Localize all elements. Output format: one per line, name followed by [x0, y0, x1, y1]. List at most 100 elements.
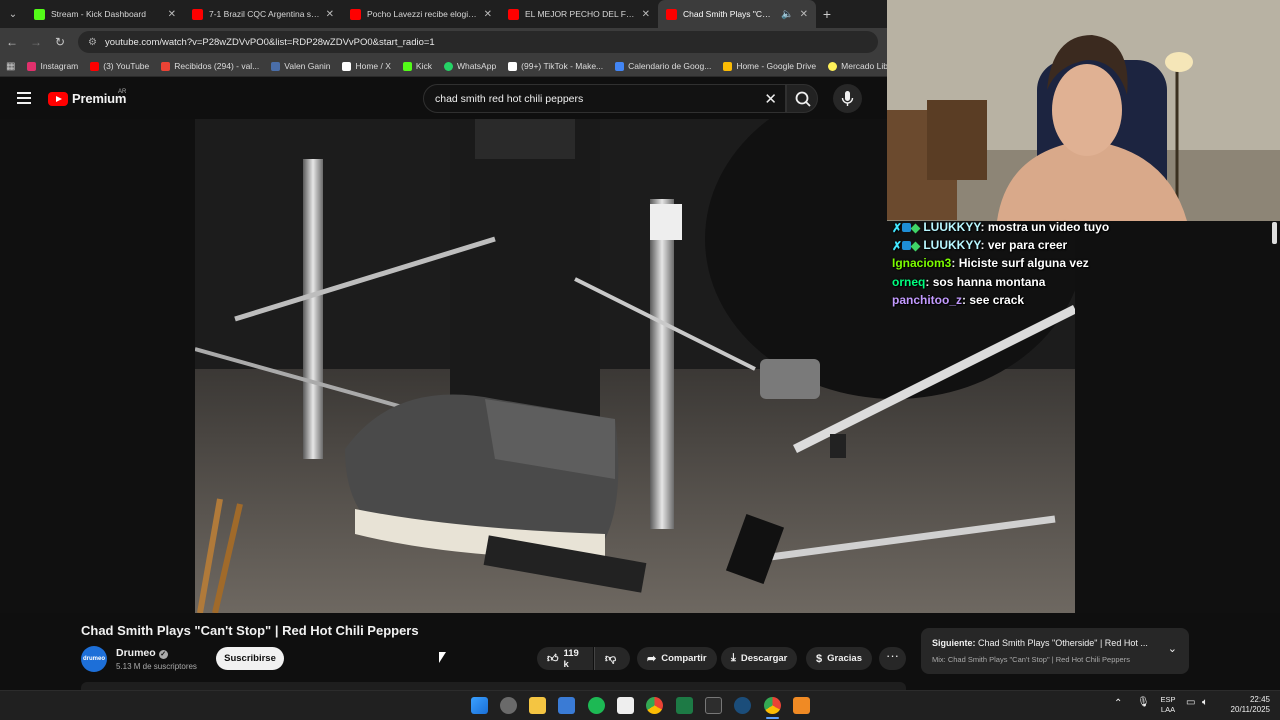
page-scrollbar[interactable]: [1272, 222, 1277, 244]
share-icon: ➦: [647, 653, 657, 665]
tab-title: 7-1 Brazil CQC Argentina se bur: [209, 9, 320, 19]
chat-text: Hiciste surf alguna vez: [958, 256, 1089, 271]
network-icon[interactable]: ▭: [1186, 698, 1195, 708]
chat-username[interactable]: orneq: [892, 275, 925, 289]
youtube-favicon-icon: [666, 8, 677, 20]
close-tab-icon[interactable]: ✕: [326, 9, 334, 20]
forward-arrow-icon[interactable]: →: [24, 35, 48, 49]
audio-playing-icon[interactable]: 🔈: [781, 9, 793, 20]
tab-4-active[interactable]: Chad Smith Plays "Can't Sto 🔈 ✕: [658, 0, 816, 28]
back-arrow-icon[interactable]: ←: [0, 35, 24, 49]
sword-badge-icon: ✗: [892, 239, 903, 254]
system-clock[interactable]: 22:45 20/11/2025: [1222, 695, 1270, 715]
bookmark-label: Recibidos (294) - val...: [174, 61, 260, 71]
youtube-favicon-icon: [192, 8, 203, 20]
bookmark-gmail[interactable]: Recibidos (294) - val...: [161, 61, 259, 71]
copilot-icon[interactable]: [500, 697, 517, 714]
bookmark-kick[interactable]: Kick: [402, 61, 432, 71]
more-actions-button[interactable]: ···: [879, 647, 906, 670]
volume-icon[interactable]: 🔈︎: [1202, 698, 1208, 708]
drive-icon: [723, 61, 733, 71]
download-button[interactable]: ⤓ Descargar: [721, 647, 798, 670]
tab-1[interactable]: 7-1 Brazil CQC Argentina se bur ✕: [184, 0, 342, 28]
tab-3[interactable]: EL MEJOR PECHO DEL FITNESS ✕: [500, 0, 658, 28]
video-info-section: Chad Smith Plays "Can't Stop" | Red Hot …: [0, 613, 1280, 690]
chrome-icon[interactable]: [646, 697, 663, 714]
bookmark-mercadolibre[interactable]: Mercado Libre Arge: [828, 61, 887, 71]
tab-2[interactable]: Pocho Lavezzi recibe elogios de ✕: [342, 0, 500, 28]
bookmark-youtube[interactable]: (3) YouTube: [90, 61, 149, 71]
close-tab-icon[interactable]: ✕: [800, 9, 808, 20]
bookmark-label: Kick: [415, 61, 432, 71]
bookmark-valen-ganin[interactable]: Valen Ganin: [271, 61, 330, 71]
chat-text: sos hanna montana: [932, 274, 1046, 289]
close-tab-icon[interactable]: ✕: [168, 9, 176, 20]
diamond-badge-icon: [910, 223, 921, 234]
like-button[interactable]: 👍︎ 119 k: [537, 647, 593, 670]
voice-search-button[interactable]: [833, 84, 862, 113]
site-info-icon[interactable]: ⚙: [88, 37, 97, 48]
bookmark-label: Home / X: [355, 61, 391, 71]
epic-games-icon[interactable]: [705, 697, 722, 714]
clear-search-icon[interactable]: ✕: [764, 90, 777, 108]
spotify-icon[interactable]: [588, 697, 605, 714]
chat-text: see crack: [969, 292, 1025, 307]
search-button[interactable]: [786, 84, 818, 113]
app-icon[interactable]: [793, 697, 810, 714]
chat-username[interactable]: LUUKKYY: [923, 220, 980, 234]
channel-avatar[interactable]: drumeo: [81, 646, 107, 672]
bookmark-instagram[interactable]: Instagram: [27, 61, 78, 71]
search-input[interactable]: chad smith red hot chili peppers ✕: [423, 84, 786, 113]
youtube-favicon-icon: [350, 8, 361, 20]
language-indicator[interactable]: ESP LAA: [1158, 695, 1178, 715]
steam-icon[interactable]: [734, 697, 751, 714]
dislike-button[interactable]: 👎︎: [594, 647, 630, 670]
browser-toolbar: ← → ↻ ⚙ youtube.com/watch?v=P28wZDVvPO0&l…: [0, 28, 887, 56]
youtube-logo[interactable]: Premium: [48, 91, 126, 106]
verified-icon: ✓: [158, 650, 168, 659]
excel-icon[interactable]: [676, 697, 693, 714]
thanks-button[interactable]: $ Gracias: [806, 647, 872, 670]
tab-title: Chad Smith Plays "Can't Sto: [683, 9, 776, 19]
new-tab-button[interactable]: +: [816, 6, 838, 22]
subscribe-button[interactable]: Suscribirse: [216, 647, 284, 670]
address-bar[interactable]: ⚙ youtube.com/watch?v=P28wZDVvPO0&list=RD…: [78, 31, 878, 53]
chat-username[interactable]: panchitoo_z: [892, 293, 962, 307]
sword-badge-icon: ✗: [892, 221, 903, 235]
share-button[interactable]: ➦ Compartir: [637, 647, 717, 670]
video-title: Chad Smith Plays "Can't Stop" | Red Hot …: [81, 623, 419, 638]
chat-username[interactable]: LUUKKYY: [923, 238, 980, 252]
close-tab-icon[interactable]: ✕: [484, 9, 492, 20]
tab-0[interactable]: Stream - Kick Dashboard ✕: [26, 0, 184, 28]
tab-search-icon[interactable]: ⌄: [0, 0, 26, 28]
stream-chat-overlay: ✗ LUUKKYY: mostra un video tuyo ✗ LUUKKY…: [892, 218, 1142, 309]
bookmark-tiktok[interactable]: (99+) TikTok - Make...: [508, 61, 603, 71]
capcut-icon[interactable]: [617, 697, 634, 714]
description-box-edge[interactable]: [81, 682, 906, 690]
thumbs-down-icon: 👎︎: [605, 653, 617, 665]
chat-message: ✗ LUUKKYY: mostra un video tuyo: [892, 218, 1142, 236]
windows-start-icon[interactable]: [471, 697, 488, 714]
menu-icon[interactable]: [17, 92, 31, 107]
file-explorer-icon[interactable]: [529, 697, 546, 714]
microphone-tray-icon[interactable]: 🎙︎: [1137, 698, 1150, 708]
chevron-down-icon[interactable]: ⌄: [1168, 642, 1177, 655]
channel-name[interactable]: Drumeo: [116, 647, 156, 659]
tab-title: EL MEJOR PECHO DEL FITNESS: [525, 9, 636, 19]
chat-colon: :: [951, 256, 959, 271]
profile-icon: [271, 61, 281, 71]
close-tab-icon[interactable]: ✕: [642, 9, 650, 20]
microsoft-store-icon[interactable]: [558, 697, 575, 714]
up-next-card[interactable]: Siguiente: Chad Smith Plays "Otherside" …: [921, 628, 1189, 674]
bookmark-drive[interactable]: Home - Google Drive: [723, 61, 816, 71]
show-hidden-icons[interactable]: ⌃: [1114, 699, 1122, 709]
chrome-active-icon[interactable]: [764, 697, 781, 714]
reload-icon[interactable]: ↻: [48, 35, 72, 49]
apps-grid-icon[interactable]: ▦: [6, 61, 15, 72]
bookmark-x[interactable]: Home / X: [342, 61, 391, 71]
chat-username[interactable]: Ignaciom3: [892, 256, 951, 270]
channel-name-row[interactable]: Drumeo ✓: [116, 647, 168, 659]
search-query: chad smith red hot chili peppers: [435, 93, 584, 105]
bookmark-whatsapp[interactable]: WhatsApp: [443, 61, 496, 71]
bookmark-calendar[interactable]: Calendario de Goog...: [615, 61, 711, 71]
